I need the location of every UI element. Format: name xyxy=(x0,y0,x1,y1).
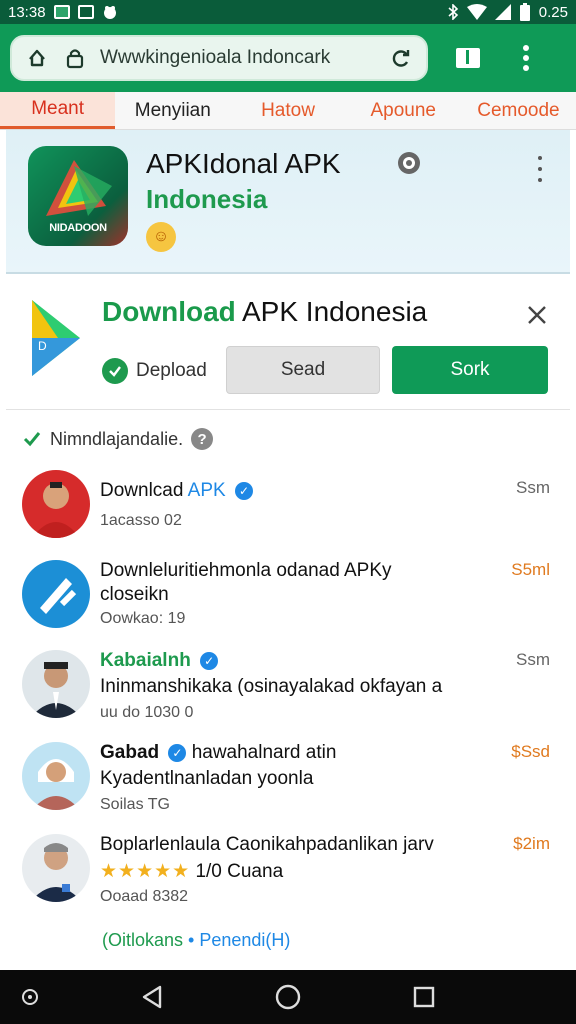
svg-text:D: D xyxy=(38,339,47,353)
close-icon[interactable] xyxy=(524,302,550,328)
footer-links[interactable]: (Oitlokans • Penendi(H) xyxy=(102,930,290,951)
bookmark-icon[interactable] xyxy=(444,35,492,81)
wifi-icon xyxy=(466,4,487,20)
item-rating: ★★★★★ 1/0 Cuana xyxy=(100,861,284,882)
app-subtitle: Indonesia xyxy=(146,184,268,214)
avatar xyxy=(22,742,90,810)
app-icon xyxy=(77,5,94,19)
download-status-text: Depload xyxy=(136,360,207,381)
download-title-rest: APK Indonesia xyxy=(242,296,428,327)
screen: 13:38 0.25 Wwwkingenioala Indoncark Mean… xyxy=(0,0,576,1024)
download-title: Download APK Indonesia xyxy=(102,296,427,328)
home-icon[interactable] xyxy=(24,45,50,71)
list-item[interactable]: Downlcad APK ✓ 1acasso 02 Ssm xyxy=(6,470,570,550)
battery-icon xyxy=(519,3,530,21)
verified-icon: ✓ xyxy=(200,651,219,670)
play-store-icon: D xyxy=(32,300,80,376)
help-icon[interactable]: ? xyxy=(191,428,214,450)
verified-icon: ✓ xyxy=(168,743,187,762)
list-item[interactable]: Gabad ✓ hawahalnard atin Kyadentlnanlada… xyxy=(6,742,570,826)
download-card: D Download APK Indonesia Depload Sead So… xyxy=(6,276,570,410)
footer-link-right[interactable]: Penendi(H) xyxy=(199,930,290,950)
item-title: Downleluritiehmonla odanad APKy xyxy=(100,560,392,581)
avatar xyxy=(22,650,90,718)
signal-icon xyxy=(494,4,511,20)
item-size: Ssm xyxy=(516,478,550,497)
footer-link-left[interactable]: (Oitlokans xyxy=(102,930,183,950)
app-more-icon[interactable] xyxy=(530,154,550,184)
download-status: Depload xyxy=(102,358,207,384)
tab-meant[interactable]: Meant xyxy=(0,92,116,129)
item-size: $Ssd xyxy=(511,742,550,761)
assistant-icon[interactable] xyxy=(0,970,60,1024)
notification-icon xyxy=(53,5,70,19)
verified-badge-icon xyxy=(398,152,420,174)
item-size: S5ml xyxy=(511,560,550,579)
battery-level: 0.25 xyxy=(538,3,568,21)
browser-toolbar: Wwwkingenioala Indoncark xyxy=(0,24,576,92)
item-subtitle: Kyadentlnanladan yoonla xyxy=(100,768,314,789)
category-tabs: Meant Menyiian Hatow Apoune Cemoode xyxy=(0,92,576,130)
item-title: Boplarlenlaula Caonikahpadanlikan jarv xyxy=(100,834,434,855)
tab-menyiian[interactable]: Menyiian xyxy=(115,92,230,129)
sork-button[interactable]: Sork xyxy=(392,346,548,394)
app-card[interactable]: NIDADOON APKIdonal APK Indonesia ☺ xyxy=(6,130,570,274)
list-item[interactable]: Boplarlenlaula Caonikahpadanlikan jarv ★… xyxy=(6,834,570,914)
verified-icon: ✓ xyxy=(234,481,253,500)
app-notification-icon xyxy=(103,6,116,19)
item-meta: uu do 1030 0 xyxy=(100,704,194,721)
item-title: Gabad ✓ hawahalnard atin xyxy=(100,742,337,763)
url-bar[interactable]: Wwwkingenioala Indoncark xyxy=(10,35,428,81)
url-text[interactable]: Wwwkingenioala Indoncark xyxy=(100,47,376,69)
tab-cemoode[interactable]: Cemoode xyxy=(461,92,576,129)
download-title-green: Download xyxy=(102,296,236,327)
item-title: Kabaialnh ✓ xyxy=(100,650,219,672)
app-title: APKIdonal APK xyxy=(146,148,341,179)
emoji-face-icon: ☺ xyxy=(146,222,176,252)
item-title: Downlcad APK ✓ xyxy=(100,480,253,502)
item-subtitle: closeikn xyxy=(100,584,169,605)
check-icon xyxy=(102,358,128,384)
list-item[interactable]: Kabaialnh ✓ Ininmanshikaka (osinayalakad… xyxy=(6,650,570,736)
sead-button[interactable]: Sead xyxy=(226,346,380,394)
list-item[interactable]: Downleluritiehmonla odanad APKy closeikn… xyxy=(6,560,570,640)
status-time: 13:38 xyxy=(8,3,46,21)
back-icon[interactable] xyxy=(122,970,182,1024)
list-header: Nimndlajandalie. ? xyxy=(22,428,214,450)
star-rating-icon: ★★★★★ xyxy=(100,861,191,882)
item-meta: Ooaad 8382 xyxy=(100,888,189,905)
lock-icon xyxy=(62,45,88,71)
more-vert-icon[interactable] xyxy=(502,35,550,81)
bluetooth-icon xyxy=(448,4,458,20)
avatar xyxy=(22,834,90,902)
refresh-icon[interactable] xyxy=(388,45,414,71)
recents-icon[interactable] xyxy=(394,970,454,1024)
tab-apoune[interactable]: Apoune xyxy=(346,92,461,129)
home-circle-icon[interactable] xyxy=(258,970,318,1024)
avatar xyxy=(22,560,90,628)
tab-hatow[interactable]: Hatow xyxy=(230,92,345,129)
app-logo-label: NIDADOON xyxy=(49,222,107,234)
navigation-bar xyxy=(0,970,576,1024)
check-icon xyxy=(23,432,41,447)
item-subtitle: Ininmanshikaka (osinayalakad okfayan a xyxy=(100,676,443,697)
avatar xyxy=(22,470,90,538)
app-list: Nimndlajandalie. ? Downlcad APK ✓ 1acass… xyxy=(6,410,570,968)
item-meta: 1acasso 02 xyxy=(100,512,182,529)
item-size: Ssm xyxy=(516,650,550,669)
item-meta: Soilas TG xyxy=(100,796,170,813)
app-logo[interactable]: NIDADOON xyxy=(28,146,128,246)
item-size: $2im xyxy=(513,834,550,853)
item-meta: Oowkao: 19 xyxy=(100,610,186,627)
list-header-text: Nimndlajandalie. xyxy=(50,428,184,449)
status-bar: 13:38 0.25 xyxy=(0,0,576,24)
